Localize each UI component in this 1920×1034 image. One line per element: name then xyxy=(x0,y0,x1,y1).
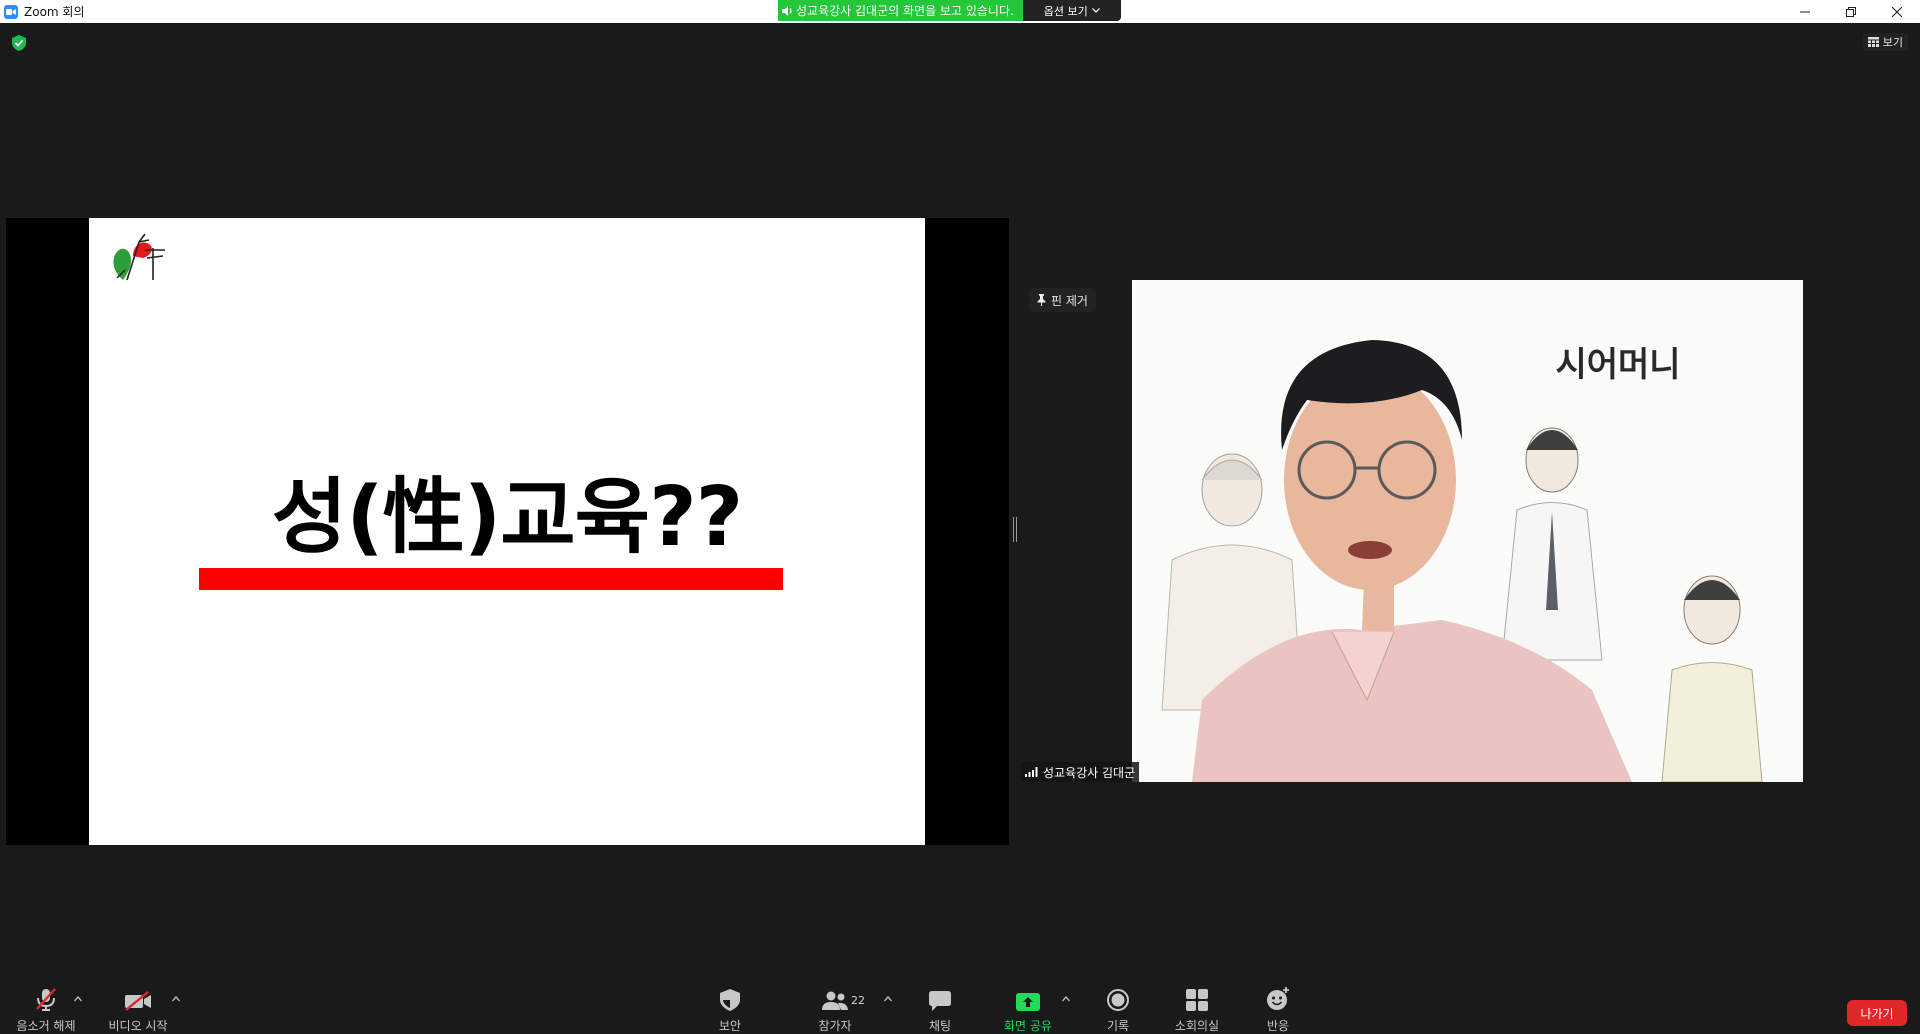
zoom-meeting-window: Zoom 회의 성교육강사 김대군의 화면을 보고 있습니다. 옵션 보기 보기… xyxy=(0,0,1920,1034)
breakout-rooms-icon xyxy=(1186,989,1208,1011)
microphone-muted-icon xyxy=(36,988,56,1011)
start-video-label: 비디오 시작 xyxy=(108,1019,168,1033)
view-options-label: 옵션 보기 xyxy=(1043,4,1088,18)
background-banner-text: 시어머니 xyxy=(1555,345,1680,385)
security-shield-icon xyxy=(720,989,740,1011)
security-label: 보안 xyxy=(718,1019,742,1033)
security-button[interactable]: 보안 xyxy=(700,985,760,1034)
share-screen-button[interactable]: 화면 공유 xyxy=(992,985,1064,1034)
participants-count: 22 xyxy=(851,994,865,1007)
share-screen-icon xyxy=(1016,993,1040,1011)
pin-icon xyxy=(1037,294,1046,306)
record-label: 기록 xyxy=(1106,1019,1130,1033)
audio-options-caret-icon[interactable] xyxy=(74,996,82,1002)
restore-button[interactable] xyxy=(1828,0,1874,23)
participants-options-caret-icon[interactable] xyxy=(884,996,892,1002)
participant-name: 성교육강사 김대군 xyxy=(1043,765,1136,780)
meeting-toolbar: 음소거 해제 비디오 시작 보안 참가자 22 채팅 화면 공유 기록 소회의실… xyxy=(0,985,1920,1034)
share-screen-label: 화면 공유 xyxy=(1004,1019,1052,1033)
record-button[interactable]: 기록 xyxy=(1088,985,1148,1034)
presentation-slide: 성(性)교육?? xyxy=(89,218,925,845)
chevron-down-icon xyxy=(1091,8,1100,13)
participants-icon xyxy=(822,991,848,1010)
chat-label: 채팅 xyxy=(928,1019,952,1033)
view-options-button[interactable]: 옵션 보기 xyxy=(1022,0,1121,21)
unpin-label: 핀 제거 xyxy=(1051,293,1088,308)
unmute-button[interactable]: 음소거 해제 xyxy=(10,985,82,1034)
viewing-indicator: 성교육강사 김대군의 화면을 보고 있습니다. xyxy=(778,0,1023,21)
unmute-label: 음소거 해제 xyxy=(16,1019,76,1033)
participants-button[interactable]: 참가자 xyxy=(800,985,870,1034)
chat-bubble-icon xyxy=(929,991,951,1011)
close-button[interactable] xyxy=(1874,0,1920,23)
screen-share-banner: 성교육강사 김대군의 화면을 보고 있습니다. 옵션 보기 xyxy=(778,0,1121,21)
reactions-label: 반응 xyxy=(1266,1019,1290,1033)
minimize-button[interactable] xyxy=(1782,0,1828,23)
video-options-caret-icon[interactable] xyxy=(172,996,180,1002)
reactions-button[interactable]: 반응 xyxy=(1248,985,1308,1034)
view-layout-button[interactable]: 보기 xyxy=(1862,33,1908,51)
participant-name-tag: 성교육강사 김대군 xyxy=(1021,762,1140,782)
start-video-button[interactable]: 비디오 시작 xyxy=(102,985,174,1034)
unpin-button[interactable]: 핀 제거 xyxy=(1029,288,1096,312)
view-label: 보기 xyxy=(1882,36,1903,49)
panel-resize-handle[interactable] xyxy=(1013,517,1017,542)
share-options-caret-icon[interactable] xyxy=(1062,996,1070,1002)
grid-view-icon xyxy=(1867,37,1879,47)
video-camera-off-icon xyxy=(125,991,151,1011)
viewing-text: 성교육강사 김대군의 화면을 보고 있습니다. xyxy=(796,4,1014,18)
chat-button[interactable]: 채팅 xyxy=(910,985,970,1034)
zoom-app-icon xyxy=(4,4,18,19)
shared-screen: 성(性)교육?? xyxy=(6,218,1009,845)
window-title: Zoom 회의 xyxy=(24,5,85,19)
encryption-shield-icon[interactable] xyxy=(12,35,26,55)
leave-meeting-button[interactable]: 나가기 xyxy=(1847,1000,1907,1026)
organization-logo-icon xyxy=(113,233,165,281)
breakout-rooms-label: 소회의실 xyxy=(1174,1019,1220,1033)
window-controls xyxy=(1782,0,1920,23)
participants-label: 참가자 xyxy=(818,1019,852,1033)
slide-title: 성(性)교육?? xyxy=(271,470,743,565)
record-icon xyxy=(1107,989,1129,1011)
breakout-rooms-button[interactable]: 소회의실 xyxy=(1162,985,1232,1034)
speaker-icon xyxy=(782,5,792,16)
signal-strength-icon xyxy=(1025,767,1038,777)
reactions-smiley-icon xyxy=(1267,987,1289,1010)
participant-video: 시어머니 xyxy=(1132,280,1803,782)
slide-underline-bar xyxy=(199,568,783,590)
